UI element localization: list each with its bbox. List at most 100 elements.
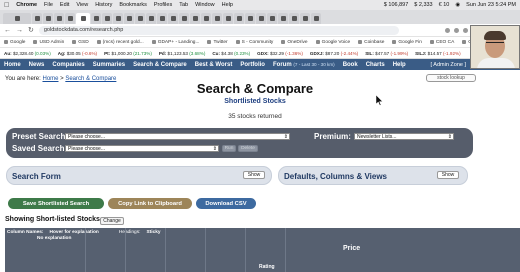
bookmark-item[interactable]: (mcs) recent gold... — [96, 40, 144, 45]
tab-favicon-icon — [34, 16, 40, 21]
rating-column-header[interactable]: Rating — [259, 264, 275, 270]
tab-favicon-icon — [302, 16, 308, 21]
browser-tab[interactable] — [179, 13, 189, 24]
back-icon[interactable]: ← — [4, 27, 11, 34]
browser-tab[interactable] — [102, 13, 112, 24]
menu-view[interactable]: View — [76, 2, 88, 8]
menu-edit[interactable]: Edit — [60, 2, 69, 8]
browser-tab[interactable] — [32, 13, 42, 24]
bookmark-item[interactable]: Google Fin — [392, 40, 422, 45]
menu-window[interactable]: Window — [195, 2, 215, 8]
change-button[interactable]: Change — [100, 217, 124, 225]
apple-icon[interactable]:  — [4, 2, 9, 9]
browser-tab[interactable] — [212, 13, 222, 24]
nav-book[interactable]: Book — [343, 62, 358, 68]
bookmark-item[interactable]: GSD — [72, 40, 89, 45]
browser-tab[interactable] — [311, 13, 321, 24]
browser-tab[interactable] — [300, 13, 310, 24]
nav-best-worst[interactable]: Best & Worst — [195, 62, 233, 68]
bookmark-item[interactable]: USD Admin — [33, 40, 64, 45]
wifi-icon[interactable]: ◉ — [455, 2, 460, 8]
bookmark-item[interactable]: CEO CA — [429, 40, 454, 45]
browser-tab[interactable] — [65, 13, 75, 24]
bookmark-item[interactable]: OneDrive — [281, 40, 308, 45]
ticker-change: (-1.36%) — [285, 50, 303, 56]
ticker-value: $1,000.20 — [111, 50, 132, 56]
nav-forum[interactable]: Forum (7 - Last 30 - 30 km) — [273, 62, 335, 68]
bookmark-item[interactable]: Google — [4, 40, 25, 45]
ticker-change: (3.68%) — [189, 50, 206, 56]
bookmark-item[interactable]: Coinbase — [358, 40, 384, 45]
browser-tab[interactable] — [135, 13, 145, 24]
browser-tab[interactable] — [234, 13, 244, 24]
menu-file[interactable]: File — [44, 2, 53, 8]
search-form-show-button[interactable]: Show — [243, 171, 265, 179]
nav-companies[interactable]: Companies — [52, 62, 84, 68]
browser-tab[interactable] — [256, 13, 266, 24]
browser-tab-active[interactable] — [76, 13, 90, 24]
headings-sticky-option[interactable]: Sticky — [146, 230, 160, 236]
browser-tab[interactable] — [267, 13, 277, 24]
forward-icon[interactable]: → — [16, 27, 23, 34]
bookmark-label: S - Community — [241, 39, 274, 45]
menu-tab[interactable]: Tab — [179, 2, 188, 8]
menu-app-name[interactable]: Chrome — [16, 2, 37, 8]
url-field[interactable]: goldstockdata.com/research.php — [38, 25, 399, 35]
run-button[interactable]: Run — [222, 145, 236, 152]
preset-search-select[interactable]: Please choose... ⇕ — [65, 133, 290, 140]
nav-news[interactable]: News — [29, 62, 45, 68]
saved-search-select[interactable]: Please choose... ⇕ — [65, 145, 219, 152]
browser-tab[interactable] — [190, 13, 200, 24]
bookmark-item[interactable]: S - Community — [235, 39, 274, 45]
browser-tab[interactable] — [54, 13, 64, 24]
menu-profiles[interactable]: Profiles — [154, 2, 172, 8]
price-column-header[interactable]: Price — [343, 245, 360, 252]
nav-help[interactable]: Help — [393, 62, 406, 68]
browser-tab[interactable] — [146, 13, 156, 24]
menu-bookmarks[interactable]: Bookmarks — [119, 2, 147, 8]
bookmark-icon — [151, 40, 156, 44]
datetime[interactable]: Sun Jun 23 5:24 PM — [466, 2, 516, 8]
browser-tab[interactable] — [289, 13, 299, 24]
menu-history[interactable]: History — [95, 2, 112, 8]
browser-tab[interactable] — [278, 13, 288, 24]
nav-charts[interactable]: Charts — [366, 62, 385, 68]
browser-tab[interactable] — [3, 13, 31, 24]
browser-tab[interactable] — [113, 13, 123, 24]
copy-link-button[interactable]: Copy Link to Clipboard — [108, 198, 192, 209]
bookmark-item[interactable]: Twitter — [207, 40, 228, 45]
browser-tab[interactable] — [157, 13, 167, 24]
delete-button[interactable]: Delete — [238, 145, 258, 152]
download-csv-button[interactable]: Download CSV — [196, 198, 256, 209]
bookmark-item[interactable]: GDAP+ - Landing... — [151, 40, 199, 45]
ticker-item: SIL: $47.57 (-1.99%) — [365, 51, 408, 56]
premium-select[interactable]: Newsletter Lists... ⇕ — [354, 133, 454, 140]
browser-tab[interactable] — [168, 13, 178, 24]
preset-search-label: Preset Search: — [12, 132, 69, 141]
no-explanation-option[interactable]: No explanation — [37, 236, 71, 242]
nav-search-compare[interactable]: Search & Compare — [133, 62, 187, 68]
browser-tab[interactable] — [223, 13, 233, 24]
bookmark-item[interactable]: Google Voice — [315, 40, 350, 45]
column-divider — [285, 228, 286, 272]
browser-tab[interactable] — [91, 13, 101, 24]
nav-home[interactable]: Home — [4, 62, 21, 68]
extension-icon[interactable] — [445, 27, 450, 33]
save-shortlisted-search-button[interactable]: Save Shortlisted Search — [8, 198, 104, 209]
search-form-panel: Search Form Show — [6, 166, 272, 185]
browser-tab[interactable] — [245, 13, 255, 24]
nav-summaries[interactable]: Summaries — [93, 62, 125, 68]
nav-portfolio[interactable]: Portfolio — [240, 62, 265, 68]
browser-tab[interactable] — [124, 13, 134, 24]
extension-icon[interactable] — [454, 27, 459, 33]
defaults-show-button[interactable]: Show — [437, 171, 459, 179]
reload-icon[interactable]: ↻ — [28, 26, 34, 34]
nav-admin-zone[interactable]: [ Admin Zone ] — [431, 62, 466, 68]
table-header-info: Column Names: Hover for explanation Head… — [7, 230, 161, 242]
extension-icon[interactable] — [463, 27, 468, 33]
browser-tab[interactable] — [201, 13, 211, 24]
ticker-value: $30.05 — [66, 50, 81, 56]
browser-tab[interactable] — [43, 13, 53, 24]
menu-help[interactable]: Help — [222, 2, 233, 8]
page-title: Search & Compare — [196, 81, 314, 96]
